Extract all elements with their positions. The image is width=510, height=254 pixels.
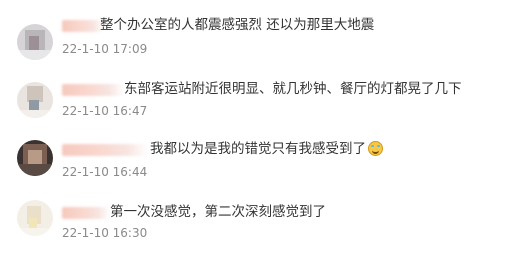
comment-text: 我都以为是我的错觉只有我感受到了 bbox=[150, 140, 383, 158]
avatar[interactable] bbox=[17, 140, 53, 176]
comment-text: 东部客运站附近很明显、就几秒钟、餐厅的灯都晃了几下 bbox=[124, 81, 462, 97]
comment-item: 整个办公室的人都震感强烈 还以为那里大地震 22-1-10 17:09 bbox=[0, 8, 510, 68]
avatar[interactable] bbox=[17, 24, 53, 60]
avatar-block bbox=[17, 164, 53, 176]
username-blurred[interactable] bbox=[62, 144, 148, 156]
avatar[interactable] bbox=[17, 82, 53, 118]
username-blurred[interactable] bbox=[62, 84, 124, 96]
comment-item: 第一次没感觉，第二次深刻感觉到了 22-1-10 16:30 bbox=[0, 194, 510, 254]
comment-timestamp: 22-1-10 16:47 bbox=[62, 104, 148, 118]
username-blurred[interactable] bbox=[62, 20, 104, 32]
comment-timestamp: 22-1-10 16:44 bbox=[62, 165, 148, 179]
username-blurred[interactable] bbox=[62, 207, 110, 219]
avatar-block bbox=[17, 228, 53, 236]
avatar-block bbox=[28, 150, 42, 164]
avatar-block bbox=[17, 50, 53, 60]
laughing-tears-emoji-icon bbox=[368, 141, 383, 156]
avatar-block bbox=[29, 218, 37, 228]
comment-text: 第一次没感觉，第二次深刻感觉到了 bbox=[110, 204, 326, 220]
avatar-block bbox=[29, 36, 39, 50]
comment-item: 我都以为是我的错觉只有我感受到了 22-1-10 16:44 bbox=[0, 132, 510, 192]
avatar-block bbox=[17, 110, 53, 118]
comment-timestamp: 22-1-10 16:30 bbox=[62, 226, 148, 240]
avatar[interactable] bbox=[17, 200, 53, 236]
comment-text-content: 我都以为是我的错觉只有我感受到了 bbox=[150, 141, 366, 157]
comment-timestamp: 22-1-10 17:09 bbox=[62, 42, 148, 56]
comment-item: 东部客运站附近很明显、就几秒钟、餐厅的灯都晃了几下 22-1-10 16:47 bbox=[0, 70, 510, 130]
comment-text: 整个办公室的人都震感强烈 还以为那里大地震 bbox=[100, 17, 375, 33]
